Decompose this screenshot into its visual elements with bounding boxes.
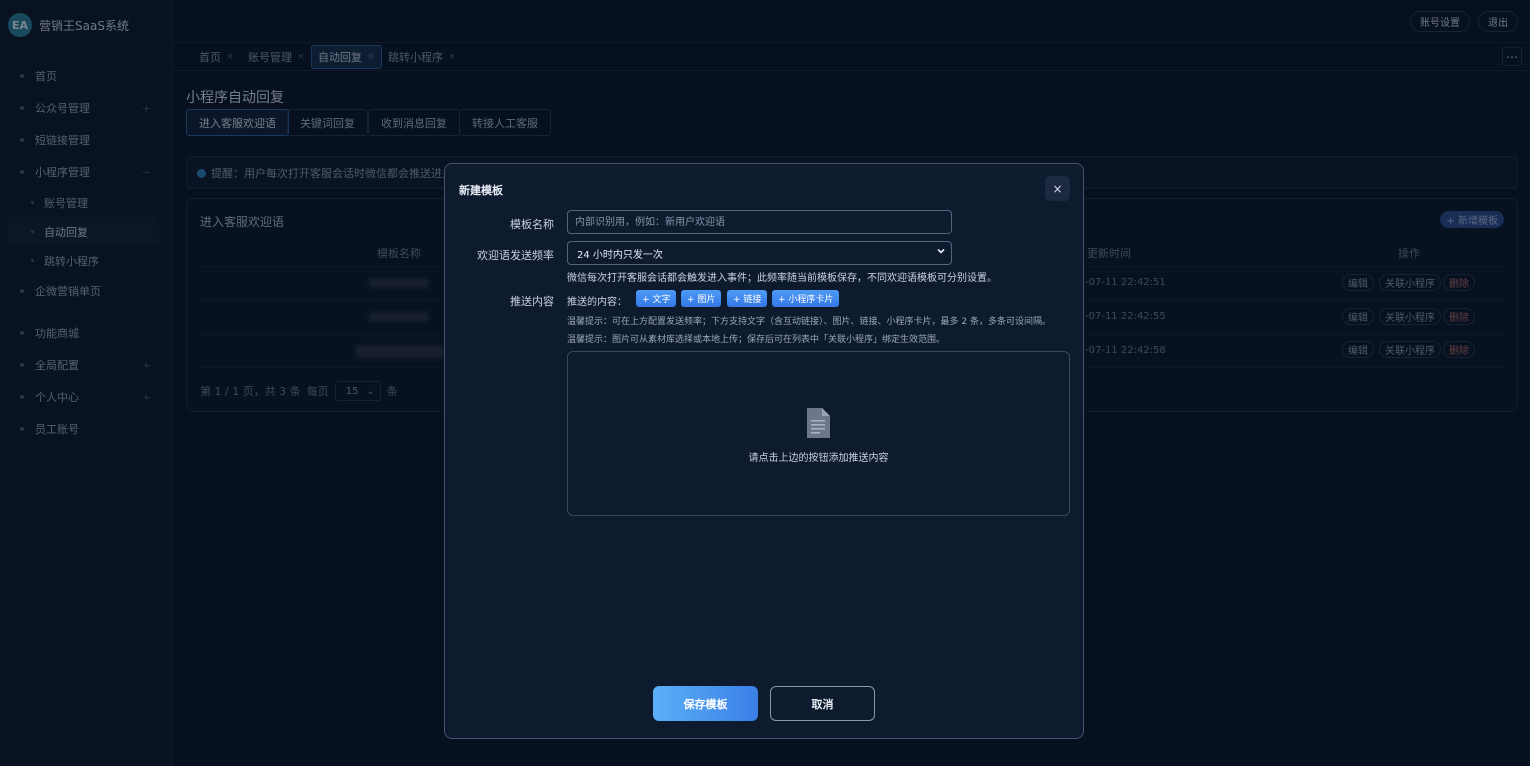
save-template-button[interactable]: 保存模板 xyxy=(653,686,758,721)
dialog-title: 新建模板 xyxy=(459,184,503,197)
chevron-down-icon xyxy=(937,248,945,254)
document-icon xyxy=(807,408,830,438)
frequency-help: 微信每次打开客服会话都会触发进入事件；此频率随当前模板保存，不同欢迎语模板可分别… xyxy=(567,273,997,284)
frequency-value: 24 小时内只发一次 xyxy=(577,249,663,261)
empty-state-text: 请点击上边的按钮添加推送内容 xyxy=(748,453,889,464)
push-items-label: 推送的内容： xyxy=(567,297,627,308)
add-link-button[interactable]: + 链接 xyxy=(727,290,768,307)
tip-text: 温馨提示：图片可从素材库选择或本地上传；保存后可在列表中「关联小程序」绑定生效范… xyxy=(567,335,946,345)
cancel-button[interactable]: 取消 xyxy=(770,686,875,721)
close-icon[interactable]: × xyxy=(1045,176,1070,201)
tip-text: 温馨提示：可在上方配置发送频率；下方支持文字（含互动链接）、图片、链接、小程序卡… xyxy=(567,317,1051,327)
add-mini-program-card-button[interactable]: + 小程序卡片 xyxy=(772,290,840,307)
add-text-button[interactable]: + 文字 xyxy=(636,290,677,307)
frequency-label: 欢迎语发送频率 xyxy=(477,249,554,262)
push-content-label: 推送内容 xyxy=(510,295,554,308)
new-template-dialog: 新建模板 × 模板名称 欢迎语发送频率 24 小时内只发一次 微信每次打开客服会… xyxy=(444,163,1084,739)
template-name-label: 模板名称 xyxy=(510,218,554,231)
push-content-area: 请点击上边的按钮添加推送内容 xyxy=(567,351,1070,516)
frequency-select[interactable]: 24 小时内只发一次 xyxy=(567,241,952,265)
template-name-input[interactable] xyxy=(567,210,952,234)
add-image-button[interactable]: + 图片 xyxy=(681,290,722,307)
